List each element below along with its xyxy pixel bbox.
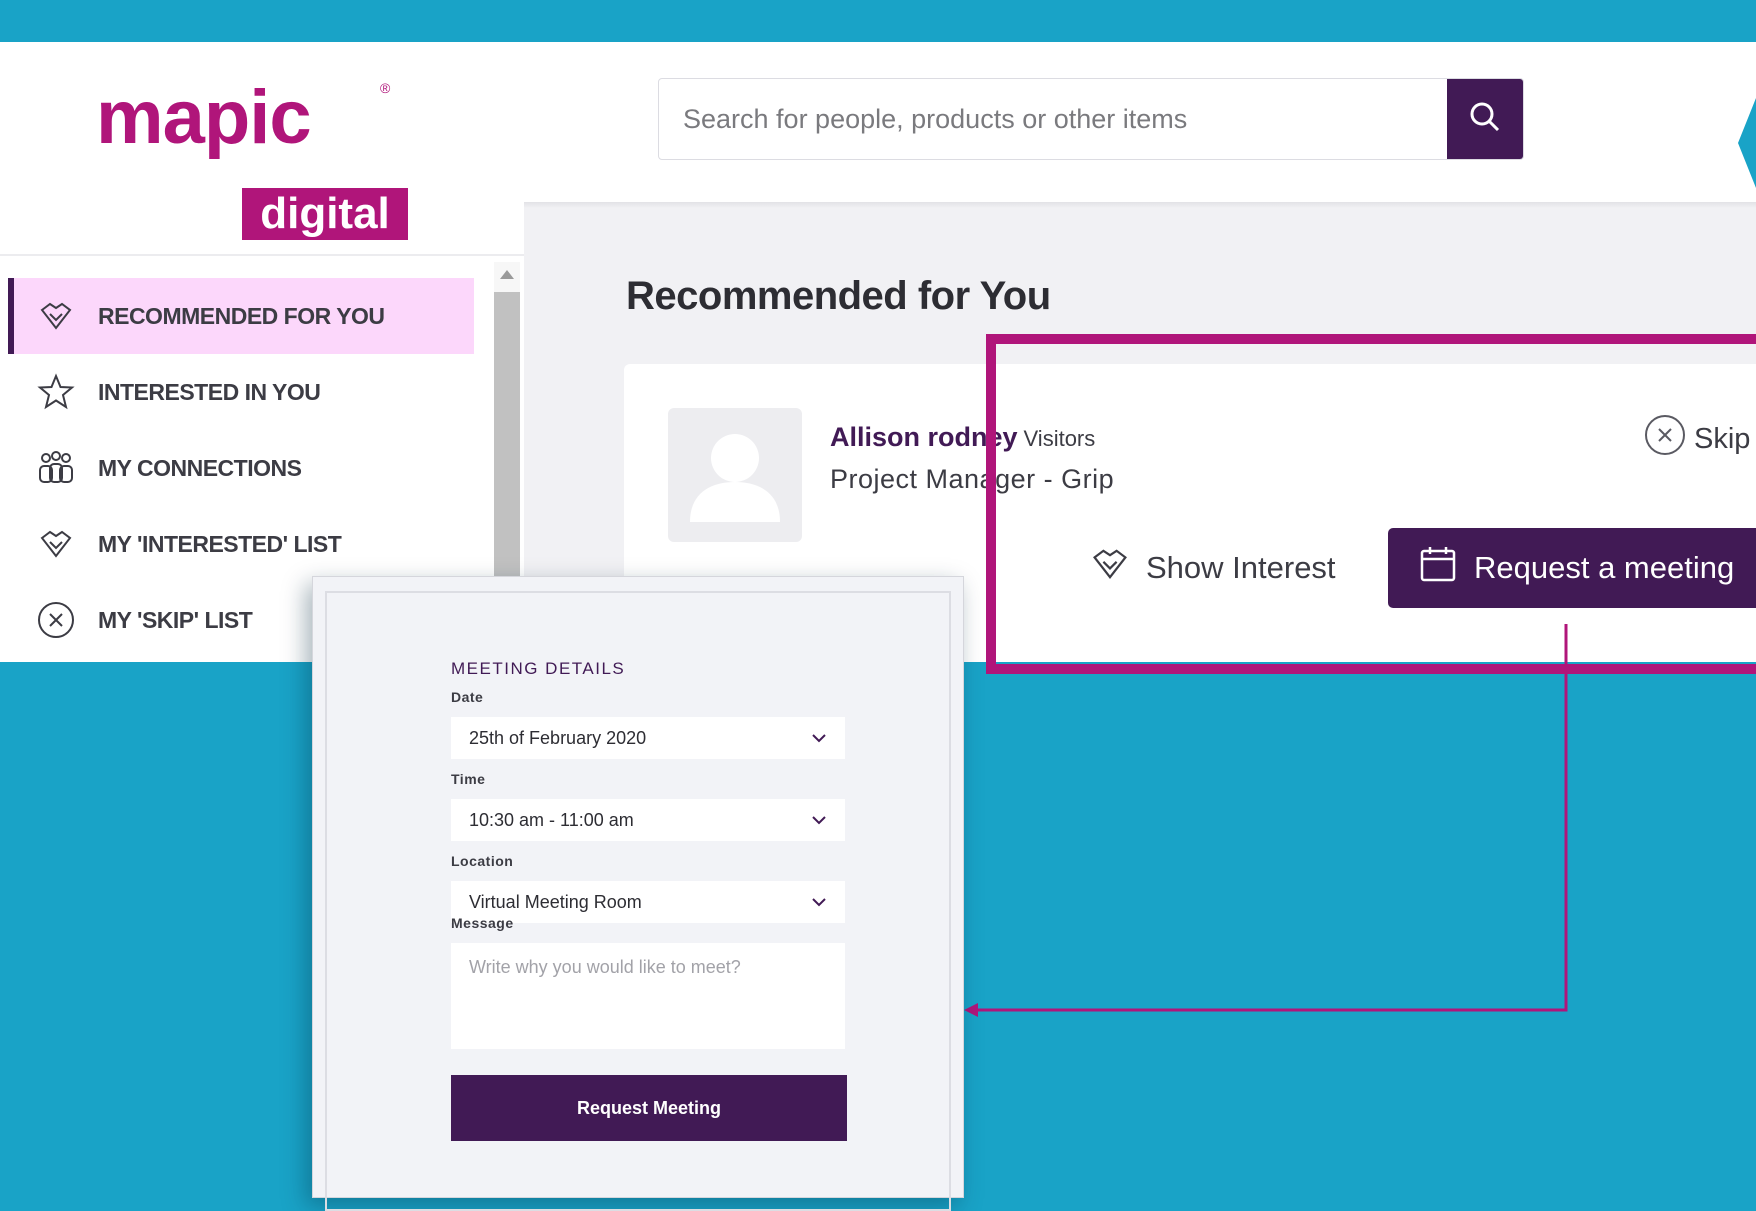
sidebar-item-my-connections[interactable]: MY CONNECTIONS — [8, 430, 468, 506]
sidebar-item-label: MY CONNECTIONS — [98, 454, 302, 481]
handshake-icon — [34, 294, 78, 338]
handshake-icon — [34, 522, 78, 566]
time-value: 10:30 am - 11:00 am — [469, 809, 634, 830]
logo-wordmark: mapic — [96, 75, 312, 160]
chevron-down-icon — [812, 816, 826, 825]
top-bar — [524, 42, 1756, 202]
user-placeholder-icon — [690, 434, 780, 522]
chevron-down-icon — [812, 734, 826, 743]
sidebar-item-label: MY 'SKIP' LIST — [98, 606, 253, 633]
message-field[interactable] — [451, 943, 845, 1049]
page-title: Recommended for You — [626, 274, 1051, 318]
location-value: Virtual Meeting Room — [469, 891, 642, 912]
request-meeting-submit-button[interactable]: Request Meeting — [451, 1075, 847, 1141]
chevron-down-icon — [812, 898, 826, 907]
star-icon — [34, 370, 78, 414]
meeting-details-modal: MEETING DETAILS Date 25th of February 20… — [312, 576, 964, 1211]
sidebar-item-interested-in-you[interactable]: INTERESTED IN YOU — [8, 354, 468, 430]
close-circle-icon — [34, 598, 78, 642]
sidebar-item-label: INTERESTED IN YOU — [98, 378, 321, 405]
date-label: Date — [451, 689, 484, 705]
highlight-frame — [986, 334, 1756, 674]
message-field-wrapper — [451, 943, 845, 1049]
search-bar — [658, 78, 1524, 160]
time-select[interactable]: 10:30 am - 11:00 am — [451, 799, 845, 841]
modal-panel: MEETING DETAILS Date 25th of February 20… — [325, 591, 951, 1211]
time-label: Time — [451, 771, 486, 787]
sidebar-divider — [0, 254, 524, 256]
modal-heading: MEETING DETAILS — [451, 659, 626, 678]
sidebar-item-label: RECOMMENDED FOR YOU — [98, 302, 385, 329]
logo-registered-mark: ® — [380, 80, 391, 96]
avatar — [668, 408, 802, 542]
location-label: Location — [451, 853, 514, 869]
sidebar: mapic ® digital RECOMMENDED FOR YOU INTE… — [0, 42, 524, 662]
sidebar-item-my-interested-list[interactable]: MY 'INTERESTED' LIST — [8, 506, 468, 582]
top-bar-shadow — [524, 202, 1756, 208]
date-select[interactable]: 25th of February 2020 — [451, 717, 845, 759]
sidebar-item-recommended-for-you[interactable]: RECOMMENDED FOR YOU — [8, 278, 474, 354]
date-value: 25th of February 2020 — [469, 727, 647, 748]
scroll-up-arrow-icon[interactable] — [500, 270, 514, 279]
search-input[interactable] — [659, 103, 1447, 135]
search-button[interactable] — [1447, 79, 1523, 159]
mapic-digital-logo: mapic ® digital — [96, 75, 416, 240]
logo-tag: digital — [242, 188, 408, 240]
chevron-left-icon[interactable] — [1730, 88, 1756, 198]
message-label: Message — [451, 915, 514, 931]
sidebar-item-label: MY 'INTERESTED' LIST — [98, 530, 342, 557]
search-icon — [1468, 100, 1502, 139]
people-icon — [34, 446, 78, 490]
top-banner-strip — [0, 0, 1756, 42]
